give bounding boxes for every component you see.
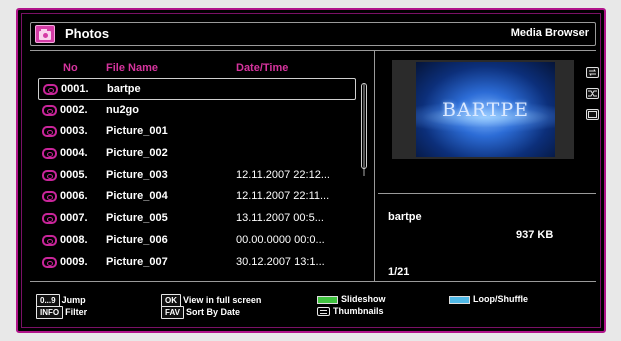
- file-row[interactable]: 0002. nu2go: [38, 100, 356, 122]
- legend-thumbnails-label: Thumbnails: [333, 306, 384, 316]
- file-name: nu2go: [106, 103, 139, 116]
- file-date: 12.11.2007 22:12...: [236, 168, 330, 181]
- file-row[interactable]: 0007. Picture_005 13.11.2007 00:5...: [38, 208, 356, 230]
- file-date: 00.00.0000 00:0...: [236, 233, 325, 246]
- legend-filter-label: Filter: [65, 307, 88, 317]
- file-name: Picture_002: [106, 147, 168, 160]
- file-name: bartpe: [107, 83, 141, 95]
- file-number: 0003.: [60, 125, 88, 138]
- file-number: 0006.: [60, 190, 88, 203]
- column-header-file-name[interactable]: File Name: [106, 62, 158, 74]
- file-date: 12.11.2007 22:11...: [236, 190, 330, 203]
- green-button-icon: [317, 295, 338, 304]
- file-number: 0005.: [60, 168, 88, 181]
- media-browser-label: Media Browser: [510, 27, 589, 39]
- divider-preview: [378, 193, 596, 194]
- thumbnails-icon: [317, 307, 330, 317]
- preview-image: BARTPE: [416, 62, 555, 157]
- photos-app-icon: [35, 25, 55, 43]
- page-indicator: 1/21: [388, 266, 410, 278]
- legend-thumbnails: Thumbnails: [317, 306, 384, 317]
- file-number: 0009.: [60, 255, 88, 268]
- file-name: Picture_004: [106, 190, 168, 203]
- file-row[interactable]: 0001. bartpe: [38, 78, 356, 100]
- legend-view-full-label: View in full screen: [183, 295, 262, 305]
- photo-file-icon: [42, 234, 57, 246]
- divider-vertical: [374, 50, 375, 281]
- file-row[interactable]: 0009. Picture_007 30.12.2007 13:1...: [38, 252, 356, 274]
- file-date: 30.12.2007 13:1...: [236, 255, 325, 268]
- file-row[interactable]: 0008. Picture_006 00.00.0000 00:0...: [38, 230, 356, 252]
- column-header-date-time[interactable]: Date/Time: [236, 62, 288, 74]
- selected-file-size: 937 KB: [516, 229, 554, 241]
- file-number: 0004.: [60, 147, 88, 160]
- photo-file-icon: [42, 256, 57, 268]
- file-name: Picture_007: [106, 255, 168, 268]
- file-row[interactable]: 0004. Picture_002: [38, 143, 356, 165]
- file-name: Picture_001: [106, 125, 168, 138]
- divider-top: [30, 50, 596, 51]
- photo-file-icon: [42, 169, 57, 181]
- photo-file-icon: [42, 104, 57, 116]
- photo-file-icon: [42, 148, 57, 160]
- file-number: 0008.: [60, 233, 88, 246]
- file-date: 13.11.2007 00:5...: [236, 212, 324, 225]
- photo-file-icon: [43, 84, 58, 95]
- divider-bottom: [30, 281, 596, 282]
- page-title: Photos: [65, 26, 110, 41]
- legend-loop: Loop/Shuffle: [449, 294, 528, 305]
- file-name: Picture_005: [106, 212, 168, 225]
- legend-loop-label: Loop/Shuffle: [473, 294, 528, 304]
- header-bar: Photos Media Browser: [30, 22, 596, 46]
- legend-sort: FAV Sort By Date: [161, 306, 240, 319]
- preview-panel: BARTPE: [392, 60, 574, 159]
- selected-file-name: bartpe: [388, 211, 422, 223]
- file-row[interactable]: 0005. Picture_003 12.11.2007 22:12...: [38, 165, 356, 187]
- blue-button-icon: [449, 295, 470, 304]
- file-number: 0001.: [61, 83, 89, 95]
- column-header-no[interactable]: No: [63, 62, 78, 74]
- legend-filter: INFO Filter: [36, 306, 87, 319]
- legend-jump-label: Jump: [61, 295, 86, 305]
- legend-slideshow: Slideshow: [317, 294, 386, 305]
- repeat-icon[interactable]: [586, 67, 599, 78]
- file-row[interactable]: 0006. Picture_004 12.11.2007 22:11...: [38, 186, 356, 208]
- legend-slideshow-label: Slideshow: [341, 294, 386, 304]
- file-number: 0002.: [60, 103, 88, 116]
- file-number: 0007.: [60, 212, 88, 225]
- fullscreen-icon[interactable]: [586, 109, 599, 120]
- file-name: Picture_006: [106, 233, 168, 246]
- scrollbar-thumb[interactable]: [361, 83, 367, 169]
- media-browser-window: Photos Media Browser No File Name Date/T…: [16, 8, 606, 333]
- shuffle-icon[interactable]: [586, 88, 599, 99]
- file-list: 0001. bartpe 0002. nu2go 0003. Picture_0…: [38, 78, 356, 273]
- file-name: Picture_003: [106, 168, 168, 181]
- fav-key-icon: FAV: [161, 306, 184, 319]
- legend-sort-label: Sort By Date: [185, 307, 240, 317]
- photo-file-icon: [42, 126, 57, 138]
- info-key-icon: INFO: [36, 306, 64, 319]
- photo-file-icon: [42, 213, 57, 225]
- file-row[interactable]: 0003. Picture_001: [38, 121, 356, 143]
- preview-logo-text: BARTPE: [442, 99, 529, 121]
- photo-file-icon: [42, 191, 57, 203]
